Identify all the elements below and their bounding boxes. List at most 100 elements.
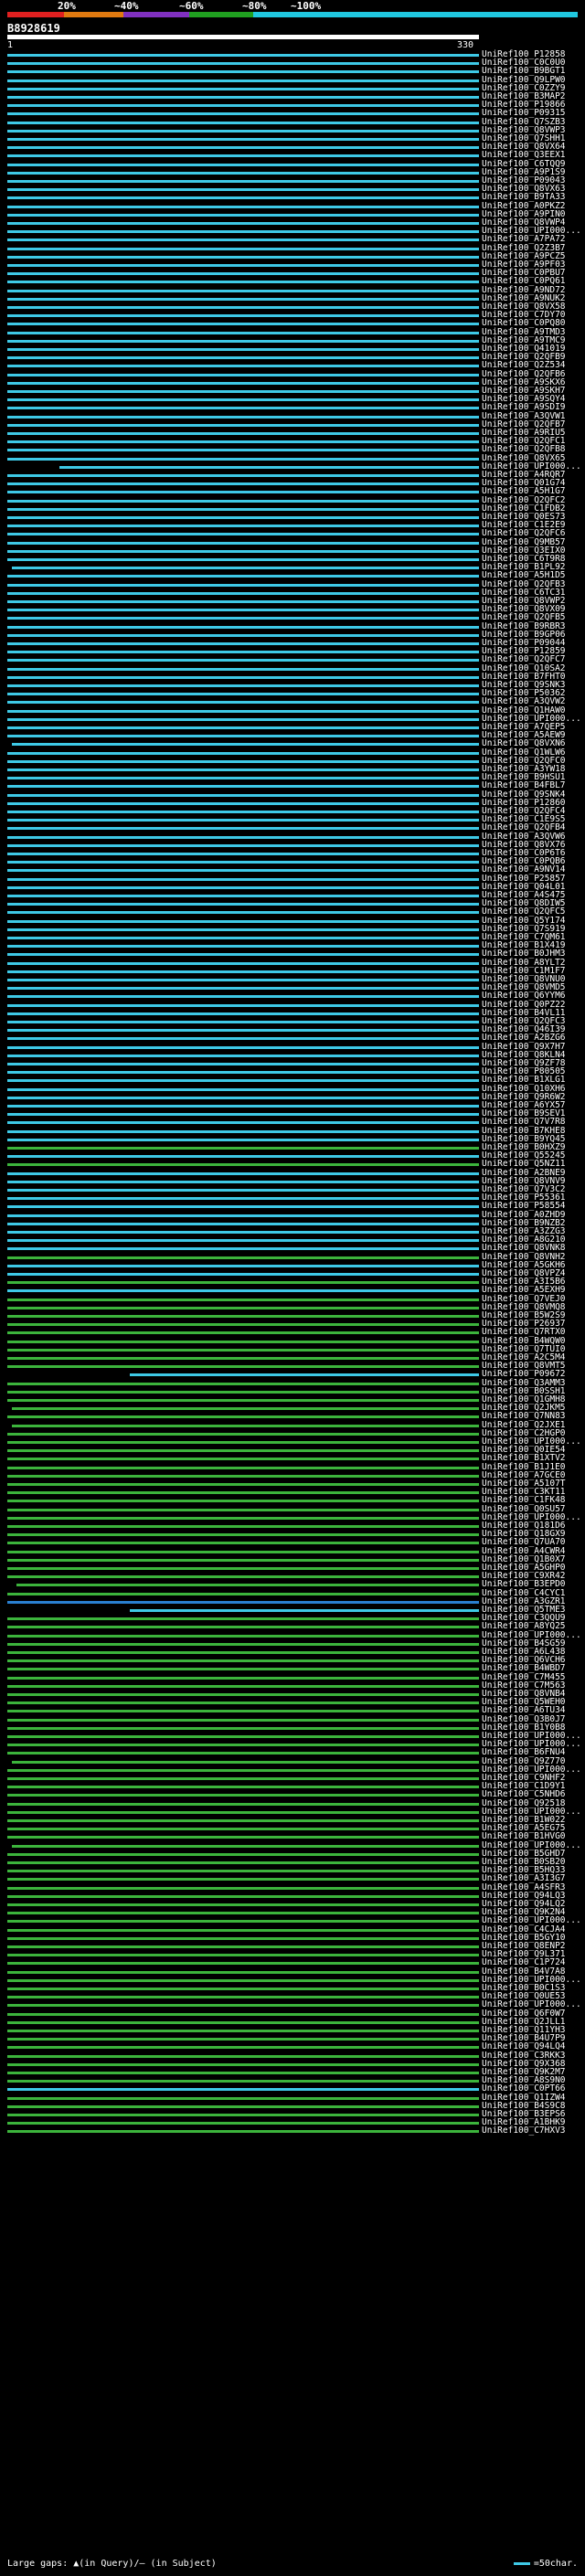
hit-alignment-bar[interactable] [7,297,479,301]
hit-alignment-bar[interactable] [7,684,479,687]
hit-alignment-bar[interactable] [7,281,479,284]
hit-alignment-bar[interactable] [7,1222,479,1225]
hit-alignment-bar[interactable] [7,1054,479,1057]
hit-alignment-bar[interactable] [7,432,479,435]
hit-alignment-bar[interactable] [7,1096,479,1099]
hit-alignment-bar[interactable] [7,54,479,57]
hit-alignment-bar[interactable] [7,617,479,620]
hit-alignment-bar[interactable] [7,373,479,376]
hit-alignment-bar[interactable] [7,323,479,326]
hit-alignment-bar[interactable] [7,1920,479,1924]
hit-alignment-bar[interactable] [7,2054,479,2058]
hit-alignment-bar[interactable] [7,407,479,410]
hit-alignment-bar[interactable] [7,499,479,503]
hit-alignment-bar[interactable] [7,651,479,654]
hit-alignment-bar[interactable] [7,1247,479,1251]
hit-alignment-bar[interactable] [7,903,479,906]
hit-alignment-bar[interactable] [7,1449,479,1453]
hit-alignment-bar[interactable] [7,1071,479,1075]
hit-alignment-bar[interactable] [7,423,479,427]
hit-alignment-bar[interactable] [7,348,479,351]
hit-alignment-bar[interactable] [7,583,479,587]
hit-alignment-bar[interactable] [7,1718,479,1722]
hit-alignment-bar[interactable] [7,415,479,419]
hit-alignment-bar[interactable] [7,1399,479,1402]
hit-alignment-bar[interactable] [7,1390,479,1394]
hit-alignment-bar[interactable] [12,567,479,570]
hit-alignment-bar[interactable] [7,1365,479,1369]
hit-alignment-bar[interactable] [7,1029,479,1033]
hit-alignment-bar[interactable] [7,1936,479,1940]
hit-alignment-bar[interactable] [7,827,479,831]
hit-alignment-bar[interactable] [7,507,479,511]
hit-alignment-bar[interactable] [7,247,479,250]
hit-alignment-bar[interactable] [7,1340,479,1343]
hit-alignment-bar[interactable] [7,1516,479,1520]
hit-alignment-bar[interactable] [7,979,479,981]
hit-alignment-bar[interactable] [7,1021,479,1023]
hit-alignment-bar[interactable] [7,953,479,957]
hit-alignment-bar[interactable] [7,1231,479,1234]
hit-alignment-bar[interactable] [12,1424,479,1427]
hit-alignment-bar[interactable] [7,1617,479,1621]
hit-alignment-bar[interactable] [7,2012,479,2016]
hit-alignment-bar[interactable] [7,1567,479,1570]
hit-alignment-bar[interactable] [7,591,479,595]
hit-alignment-bar[interactable] [7,1626,479,1629]
hit-alignment-bar[interactable] [7,230,479,234]
hit-alignment-bar[interactable] [7,1205,479,1209]
hit-alignment-bar[interactable] [7,1954,479,1957]
hit-alignment-bar[interactable] [7,205,479,208]
hit-alignment-bar[interactable] [7,642,479,645]
hit-alignment-bar[interactable] [7,1828,479,1831]
hit-alignment-bar[interactable] [12,1760,479,1764]
hit-alignment-bar[interactable] [7,1945,479,1948]
hit-alignment-bar[interactable] [7,1323,479,1327]
hit-alignment-bar[interactable] [7,2104,479,2108]
hit-alignment-bar[interactable] [7,2020,479,2024]
hit-alignment-bar[interactable] [7,180,479,183]
hit-alignment-bar[interactable] [7,1651,479,1654]
hit-alignment-bar[interactable] [7,2062,479,2066]
hit-alignment-bar[interactable] [7,777,479,780]
hit-alignment-bar[interactable] [7,549,479,553]
hit-alignment-bar[interactable] [7,835,479,839]
hit-alignment-bar[interactable] [7,801,479,805]
hit-alignment-bar[interactable] [7,819,479,822]
hit-alignment-bar[interactable] [7,112,479,116]
hit-alignment-bar[interactable] [7,1752,479,1755]
hit-alignment-bar[interactable] [7,928,479,931]
hit-alignment-bar[interactable] [7,264,479,267]
hit-alignment-bar[interactable] [7,1794,479,1797]
hit-alignment-bar[interactable] [7,1676,479,1680]
hit-alignment-bar[interactable] [7,398,479,402]
hit-alignment-bar[interactable] [7,2038,479,2041]
hit-alignment-bar[interactable] [7,1819,479,1822]
hit-alignment-bar[interactable] [7,365,479,368]
hit-alignment-bar[interactable] [7,289,479,292]
hit-alignment-bar[interactable] [7,1306,479,1309]
hit-alignment-bar[interactable] [7,1634,479,1638]
hit-alignment-bar[interactable] [7,675,479,679]
hit-alignment-bar[interactable] [7,533,479,536]
hit-alignment-bar[interactable] [7,1197,479,1201]
hit-alignment-bar[interactable] [7,2046,479,2050]
hit-alignment-bar[interactable] [7,919,479,923]
hit-alignment-bar[interactable] [7,255,479,259]
hit-alignment-bar[interactable] [7,1693,479,1696]
hit-alignment-bar[interactable] [7,440,479,444]
hit-alignment-bar[interactable] [7,457,479,461]
hit-alignment-bar[interactable] [7,1786,479,1789]
hit-alignment-bar[interactable] [7,1491,479,1495]
hit-label[interactable]: UniRef100_C7HXV3 [482,2126,566,2136]
hit-alignment-bar[interactable] [7,659,479,663]
hit-alignment-bar[interactable] [7,877,479,881]
hit-alignment-bar[interactable] [7,726,479,729]
hit-alignment-bar[interactable] [7,2080,479,2083]
hit-alignment-bar[interactable] [7,1003,479,1007]
hit-alignment-bar[interactable] [7,1768,479,1772]
hit-alignment-bar[interactable] [7,1121,479,1125]
hit-alignment-bar[interactable] [7,1415,479,1419]
hit-alignment-bar[interactable] [7,154,479,158]
hit-alignment-bar[interactable] [7,339,479,343]
